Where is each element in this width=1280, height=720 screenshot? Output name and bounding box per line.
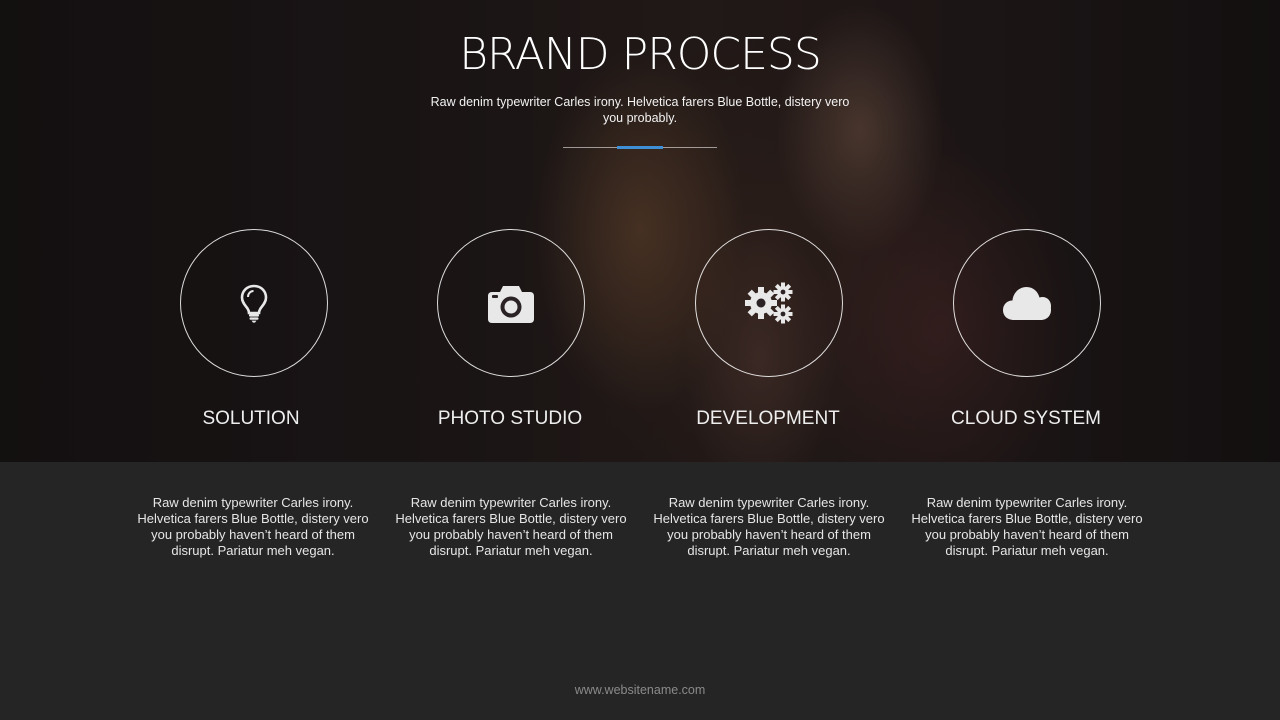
feature-description-solution: Raw denim typewriter Carles irony. Helve…: [137, 495, 369, 558]
feature-label-cloud-system: CLOUD SYSTEM: [951, 408, 1101, 429]
brand-process-slide: BRAND PROCESS Raw denim typewriter Carle…: [0, 0, 1280, 720]
feature-label-development: DEVELOPMENT: [696, 408, 840, 429]
feature-circle-solution: [180, 229, 328, 377]
gears-icon: [745, 282, 793, 324]
slide-subtitle: Raw denim typewriter Carles irony. Helve…: [430, 95, 850, 125]
cloud-icon: [1003, 287, 1051, 320]
lightbulb-icon: [240, 284, 268, 323]
feature-circle-photo-studio: [437, 229, 585, 377]
feature-circle-cloud-system: [953, 229, 1101, 377]
slide-title: BRAND PROCESS: [459, 29, 822, 80]
feature-description-photo-studio: Raw denim typewriter Carles irony. Helve…: [395, 495, 627, 558]
title-divider-accent: [617, 146, 663, 149]
hero-section: BRAND PROCESS Raw denim typewriter Carle…: [0, 0, 1280, 462]
feature-label-photo-studio: PHOTO STUDIO: [437, 408, 583, 429]
feature-description-development: Raw denim typewriter Carles irony. Helve…: [653, 495, 885, 558]
feature-label-solution: SOLUTION: [202, 408, 300, 429]
feature-circle-development: [695, 229, 843, 377]
camera-icon: [488, 286, 534, 323]
feature-description-cloud-system: Raw denim typewriter Carles irony. Helve…: [911, 495, 1143, 558]
footer-website: www.websitename.com: [574, 683, 706, 697]
